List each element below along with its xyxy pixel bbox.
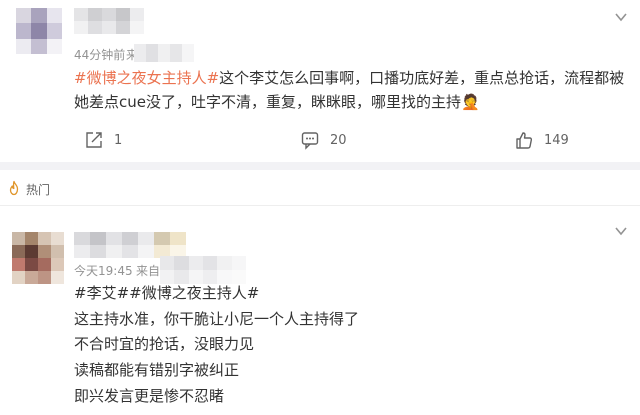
hot-divider	[0, 205, 640, 206]
username-blurred[interactable]	[74, 8, 144, 34]
source-blurred	[160, 256, 246, 284]
comment-source: 来自	[136, 264, 161, 278]
like-count: 149	[544, 132, 569, 148]
comment-line: 即兴发言更是惨不忍睹	[74, 387, 225, 405]
comment-button[interactable]: 20	[300, 130, 347, 150]
comment-timestamp: 今天19:45	[74, 264, 133, 278]
section-divider	[0, 162, 640, 170]
chevron-down-icon[interactable]	[614, 10, 628, 24]
flame-icon	[9, 180, 19, 196]
source-blurred	[134, 44, 194, 62]
topic-tag[interactable]: #微博之夜女主持人#	[74, 69, 219, 87]
comment-line: 不合时宜的抢话，没眼力见	[74, 335, 255, 353]
hot-header: 热门	[0, 170, 640, 206]
share-icon	[86, 132, 102, 148]
facepalm-emoji-icon: 🤦	[461, 93, 480, 111]
post-body: #微博之夜女主持人#这个李艾怎么回事啊，口播功底好差，重点总抢话，流程都被她差点…	[74, 66, 630, 114]
share-button[interactable]: 1	[84, 130, 122, 150]
comment-icon	[301, 132, 319, 150]
avatar[interactable]	[12, 232, 64, 284]
comment-line: 这主持水准，你干脆让小尼一个人主持得了	[74, 310, 360, 328]
username-blurred[interactable]	[74, 232, 186, 258]
share-count: 1	[114, 132, 123, 148]
hot-label: 热门	[26, 183, 51, 197]
comment-count: 20	[330, 132, 347, 148]
post-timestamp: 44分钟前	[74, 48, 126, 62]
chevron-down-icon[interactable]	[614, 224, 628, 238]
comment-line: 读稿都能有错别字被纠正	[74, 361, 240, 379]
avatar[interactable]	[16, 8, 62, 54]
like-button[interactable]: 149	[514, 130, 569, 150]
like-icon	[516, 132, 533, 149]
topic-tags[interactable]: #李艾##微博之夜主持人#	[74, 282, 259, 303]
